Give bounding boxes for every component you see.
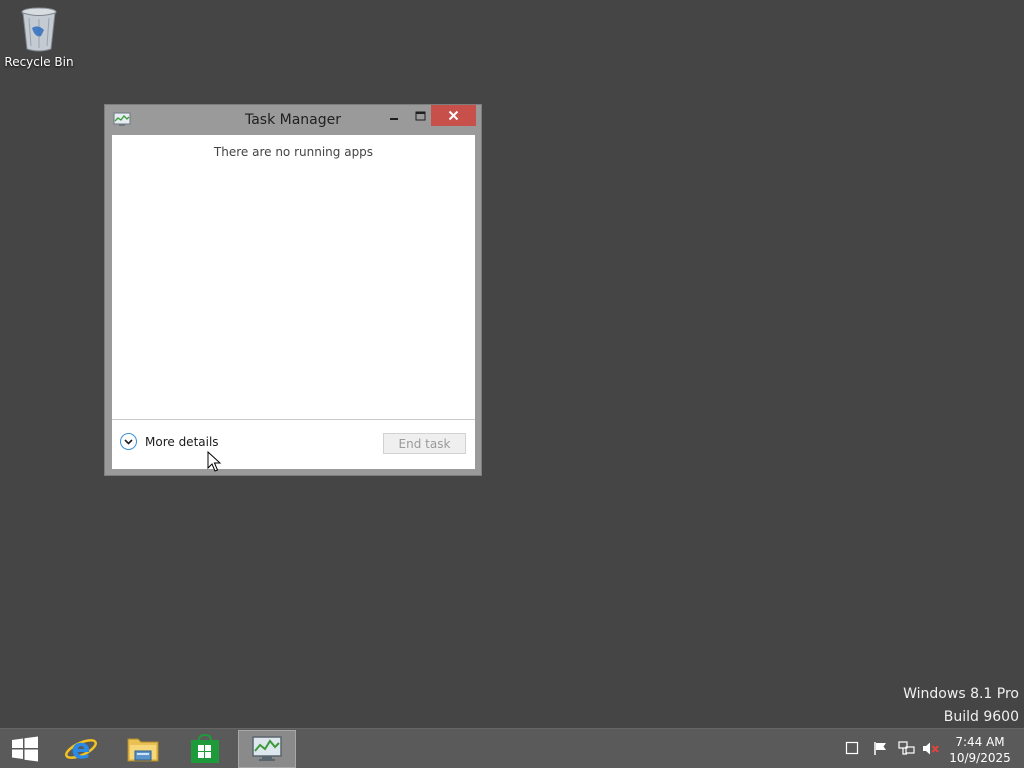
svg-text:e: e <box>72 733 91 765</box>
clock-time: 7:44 AM <box>955 735 1005 749</box>
taskbar-item-task-manager[interactable] <box>238 730 296 768</box>
minimize-button[interactable] <box>381 105 407 126</box>
taskbar: e 7:44 AM 10/9/2025 <box>0 728 1024 768</box>
task-manager-window[interactable]: Task Manager There are no running apps M… <box>104 104 482 476</box>
footer-divider <box>112 419 475 420</box>
windows-edition: Windows 8.1 Pro <box>903 686 1019 702</box>
close-button[interactable] <box>431 105 476 126</box>
desktop-icon-recycle-bin[interactable]: Recycle Bin <box>4 6 74 69</box>
taskbar-item-store[interactable] <box>178 730 232 768</box>
more-details-label: More details <box>145 434 219 449</box>
title-bar[interactable]: Task Manager <box>105 105 481 135</box>
task-manager-client-area: There are no running apps More details E… <box>112 135 475 469</box>
taskbar-item-file-explorer[interactable] <box>116 730 170 768</box>
more-details-button[interactable]: More details <box>120 433 219 450</box>
volume-muted-icon[interactable] <box>922 741 940 756</box>
no-running-apps-message: There are no running apps <box>213 145 374 159</box>
notification-box-icon[interactable] <box>845 741 859 755</box>
folder-icon <box>127 738 159 762</box>
task-manager-icon <box>252 736 282 761</box>
start-button[interactable] <box>0 730 50 768</box>
network-icon[interactable] <box>898 741 915 756</box>
mouse-cursor-icon <box>207 451 221 472</box>
close-icon <box>448 110 459 121</box>
taskbar-clock[interactable]: 7:44 AM 10/9/2025 <box>944 734 1016 766</box>
windows-watermark: Windows 8.1 Pro Build 9600 <box>903 683 1019 729</box>
clock-date: 10/9/2025 <box>949 751 1011 765</box>
action-center-flag-icon[interactable] <box>873 741 889 756</box>
store-icon <box>191 734 219 763</box>
windows-build: Build 9600 <box>943 709 1019 725</box>
maximize-icon <box>415 111 425 120</box>
desktop-icon-label: Recycle Bin <box>4 55 74 69</box>
internet-explorer-icon: e <box>65 733 97 765</box>
taskbar-item-internet-explorer[interactable]: e <box>54 730 108 768</box>
windows-logo-icon <box>12 736 38 762</box>
chevron-down-icon <box>120 433 137 450</box>
end-task-button[interactable]: End task <box>383 433 466 454</box>
maximize-button[interactable] <box>407 105 433 126</box>
recycle-bin-icon <box>21 7 57 52</box>
minimize-icon <box>390 117 398 120</box>
